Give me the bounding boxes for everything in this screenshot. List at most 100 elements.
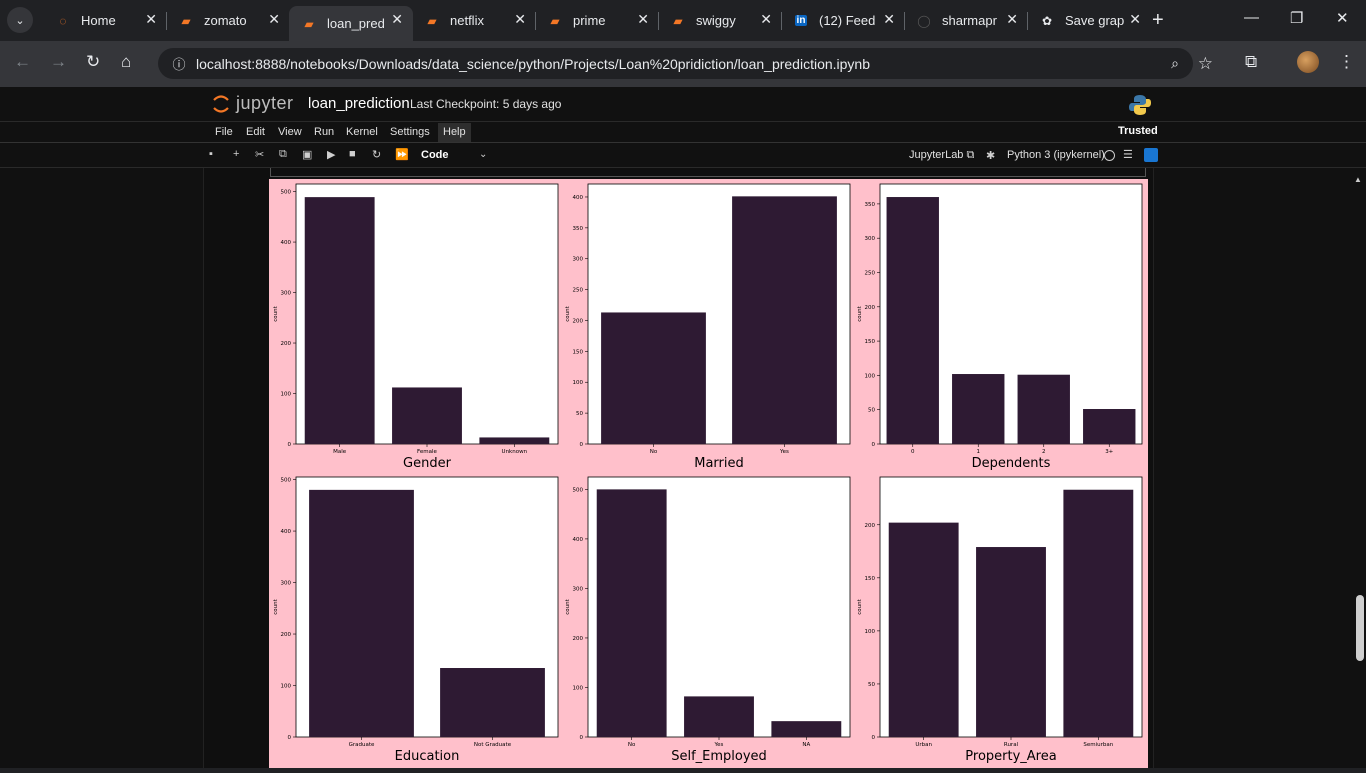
tab-close-icon[interactable]: ✕ — [883, 11, 895, 28]
chart-self_employed: No Yes NA 0 100 200 300 400 500 count Self_Employe… — [565, 476, 851, 764]
y-tick-label: 350 — [573, 226, 584, 232]
copy-icon[interactable]: ⧉ — [279, 148, 287, 161]
tab-label[interactable]: prime — [573, 13, 641, 28]
property-inspector-icon[interactable] — [1144, 148, 1158, 162]
menu-edit[interactable]: Edit — [246, 126, 265, 138]
table-of-contents-icon[interactable]: ☰ — [1123, 148, 1133, 161]
bookmark-star-icon[interactable]: ☆ — [1198, 54, 1213, 74]
menu-help[interactable]: Help — [438, 123, 471, 142]
extensions-icon[interactable]: ⧉ — [1245, 52, 1257, 72]
github-icon: ◯ — [917, 13, 931, 28]
debugger-icon[interactable]: ✱ — [986, 149, 995, 162]
browser-tab[interactable]: ▰ prime ✕ — [535, 6, 659, 35]
profile-avatar[interactable] — [1297, 51, 1319, 73]
restart-icon[interactable]: ↻ — [372, 148, 381, 161]
tab-separator — [1027, 12, 1028, 30]
tab-close-icon[interactable]: ✕ — [268, 11, 280, 28]
cut-icon[interactable]: ✂ — [255, 148, 264, 161]
y-tick-label: 300 — [281, 581, 292, 587]
forward-icon[interactable]: → — [50, 52, 67, 72]
restore-icon[interactable]: ❐ — [1290, 9, 1303, 27]
open-in-jupyterlab-link[interactable]: JupyterLab ⧉ — [909, 149, 974, 162]
browser-tab-strip: ⌄ ◌ Home ✕ ▰ zomato ✕ ▰ loan_pred ✕ ▰ netflix ✕ ▰ pri… — [0, 0, 1366, 41]
bar — [952, 374, 1005, 444]
y-axis-label: count — [857, 305, 863, 321]
tab-separator — [781, 12, 782, 30]
trusted-indicator[interactable]: Trusted — [1118, 125, 1158, 137]
tab-close-icon[interactable]: ✕ — [1006, 11, 1018, 28]
bar — [1063, 489, 1134, 737]
tab-close-icon[interactable]: ✕ — [1129, 11, 1141, 28]
y-tick-label: 100 — [865, 373, 876, 379]
home-icon[interactable]: ⌂ — [121, 52, 131, 72]
x-tick-label: Unknown — [502, 449, 528, 455]
jupyter-logo-icon[interactable] — [212, 92, 230, 116]
tab-label[interactable]: sharmapr — [942, 13, 1010, 28]
tab-label[interactable]: swiggy — [696, 13, 764, 28]
tab-close-icon[interactable]: ✕ — [637, 11, 649, 28]
tab-separator — [658, 12, 659, 30]
y-tick-label: 300 — [573, 586, 584, 592]
bar — [309, 489, 414, 737]
x-axis-label: Dependents — [972, 456, 1051, 471]
interrupt-icon[interactable]: ■ — [349, 148, 356, 160]
kernel-name[interactable]: Python 3 (ipykernel) — [1007, 149, 1105, 161]
notebook-toolbar: ▪ + ✂ ⧉ ▣ ▶ ■ ↻ ⏩ Code ⌄ JupyterLab ⧉ ✱ … — [0, 143, 1366, 168]
x-tick-label: 0 — [911, 449, 915, 455]
bar — [440, 668, 545, 737]
tab-search-button[interactable]: ⌄ — [7, 7, 33, 33]
jupyter-header: jupyter loan_prediction Last Checkpoint:… — [0, 87, 1366, 122]
tab-label[interactable]: Save grap — [1065, 13, 1133, 28]
menu-file[interactable]: File — [215, 126, 233, 138]
browser-tab[interactable]: ▰ loan_pred ✕ — [289, 6, 413, 41]
browser-tab[interactable]: ▰ zomato ✕ — [166, 6, 290, 35]
browser-tab[interactable]: in (12) Feed ✕ — [781, 6, 905, 35]
jupyterlab-label[interactable]: JupyterLab — [909, 149, 963, 161]
tab-label[interactable]: zomato — [204, 13, 272, 28]
insert-cell-icon[interactable]: + — [233, 148, 239, 160]
menu-kernel[interactable]: Kernel — [346, 126, 378, 138]
tab-label[interactable]: loan_pred — [327, 16, 395, 31]
tab-close-icon[interactable]: ✕ — [514, 11, 526, 28]
tab-label[interactable]: netflix — [450, 13, 518, 28]
close-window-icon[interactable]: ✕ — [1336, 9, 1349, 27]
browser-tab[interactable]: ◯ sharmapr ✕ — [904, 6, 1028, 35]
menu-view[interactable]: View — [278, 126, 302, 138]
notebook-title[interactable]: loan_prediction — [308, 95, 410, 112]
browser-menu-icon[interactable]: ⋮ — [1338, 52, 1355, 72]
back-icon[interactable]: ← — [14, 52, 31, 72]
y-tick-label: 50 — [576, 411, 583, 417]
cell-type-select[interactable]: Code — [421, 149, 449, 161]
scrollbar-thumb[interactable] — [1356, 595, 1364, 661]
site-info-icon[interactable]: ⓘ — [164, 54, 194, 73]
paste-icon[interactable]: ▣ — [302, 148, 312, 161]
restart-run-all-icon[interactable]: ⏩ — [395, 148, 409, 161]
url-text[interactable]: localhost:8888/notebooks/Downloads/data_… — [196, 56, 870, 72]
countplot-grid: Male Female Unknown0100200300400500countGe… — [273, 183, 1143, 764]
reload-icon[interactable]: ↻ — [86, 52, 100, 72]
y-tick-label: 500 — [281, 190, 292, 196]
new-tab-button[interactable]: + — [1152, 9, 1164, 32]
zoom-icon[interactable]: ⌕ — [1171, 55, 1179, 72]
scroll-up-icon[interactable]: ▲ — [1354, 175, 1362, 184]
run-icon[interactable]: ▶ — [327, 148, 335, 161]
minimize-icon[interactable]: — — [1244, 9, 1259, 26]
browser-tab[interactable]: ▰ swiggy ✕ — [658, 6, 782, 35]
browser-tab[interactable]: ✿ Save grap ✕ — [1027, 6, 1151, 35]
tab-close-icon[interactable]: ✕ — [760, 11, 772, 28]
y-tick-label: 500 — [281, 478, 292, 484]
tab-label[interactable]: Home — [81, 13, 149, 28]
tab-close-icon[interactable]: ✕ — [391, 11, 403, 28]
tab-label[interactable]: (12) Feed — [819, 13, 887, 28]
browser-tab[interactable]: ◌ Home ✕ — [43, 6, 167, 35]
chevron-down-icon[interactable]: ⌄ — [479, 149, 487, 160]
menu-run[interactable]: Run — [314, 126, 334, 138]
save-icon[interactable]: ▪ — [209, 148, 213, 160]
scrollbar[interactable]: ▲ — [1354, 175, 1366, 768]
tab-close-icon[interactable]: ✕ — [145, 11, 157, 28]
menu-settings[interactable]: Settings — [390, 126, 430, 138]
y-tick-label: 400 — [281, 529, 292, 535]
browser-tab[interactable]: ▰ netflix ✕ — [412, 6, 536, 35]
address-bar[interactable]: ⓘ localhost:8888/notebooks/Downloads/dat… — [158, 48, 1213, 79]
y-tick-label: 100 — [573, 380, 584, 386]
